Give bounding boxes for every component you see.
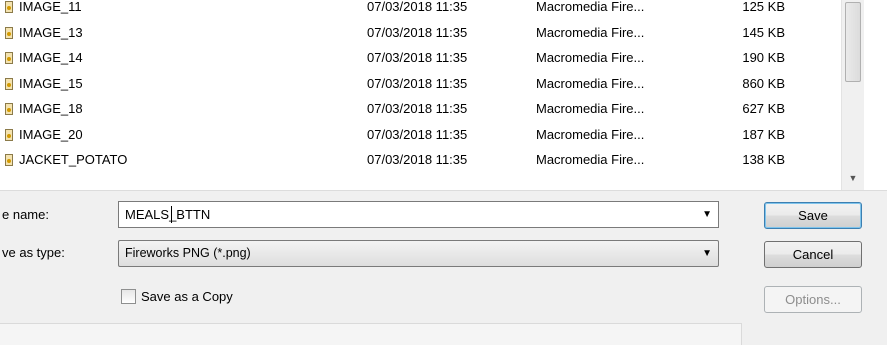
- file-row[interactable]: IMAGE_20 07/03/2018 11:35 Macromedia Fire.…: [0, 124, 840, 146]
- file-type-cell: Macromedia Fire...: [536, 75, 645, 91]
- fireworks-file-icon: [5, 1, 13, 13]
- options-button: Options...: [764, 286, 862, 313]
- file-row[interactable]: IMAGE_15 07/03/2018 11:35 Macromedia Fire.…: [0, 73, 840, 95]
- file-name-cell: IMAGE_13: [0, 22, 360, 44]
- file-name-input[interactable]: MEALS_BTTN ▼: [118, 201, 719, 228]
- file-row[interactable]: IMAGE_11 07/03/2018 11:35 Macromedia Fire.…: [0, 0, 840, 18]
- file-name-cell: IMAGE_20: [0, 124, 360, 146]
- file-row[interactable]: JACKET_POTATO 07/03/2018 11:35 Macromedia …: [0, 149, 840, 171]
- file-date-cell: 07/03/2018 11:35: [367, 101, 468, 116]
- file-size-cell: 190 KB: [742, 50, 785, 65]
- fireworks-file-icon: [5, 77, 13, 90]
- file-date-cell: 07/03/2018 11:35: [367, 75, 468, 91]
- save-as-type-label: ve as type:: [2, 245, 65, 260]
- file-name-cell: JACKET_POTATO: [0, 149, 360, 171]
- fireworks-file-icon: [5, 154, 13, 166]
- fireworks-file-icon: [5, 52, 13, 64]
- file-name-text: IMAGE_15: [19, 75, 83, 91]
- fireworks-file-icon: [5, 103, 13, 115]
- scrollbar-thumb[interactable]: [845, 2, 861, 82]
- file-type-cell: Macromedia Fire...: [536, 24, 645, 40]
- save-as-copy-checkbox[interactable]: [121, 289, 136, 304]
- save-as-copy-label[interactable]: Save as a Copy: [141, 289, 233, 304]
- file-type-cell: Macromedia Fire...: [536, 101, 645, 116]
- file-name-text: IMAGE_18: [19, 101, 83, 116]
- file-size-cell: 125 KB: [742, 0, 785, 14]
- save-button[interactable]: Save: [764, 202, 862, 229]
- file-type-cell: Macromedia Fire...: [536, 126, 645, 142]
- dropdown-arrow-icon[interactable]: ▼: [702, 248, 712, 259]
- fireworks-file-icon: [5, 128, 13, 141]
- scroll-down-arrow-icon[interactable]: ▼: [842, 168, 864, 188]
- file-type-cell: Macromedia Fire...: [536, 0, 645, 14]
- cancel-button[interactable]: Cancel: [764, 241, 862, 268]
- file-row[interactable]: IMAGE_13 07/03/2018 11:35 Macromedia Fire.…: [0, 22, 840, 44]
- file-name-text: IMAGE_13: [19, 24, 83, 40]
- text-caret: [171, 206, 172, 223]
- file-date-cell: 07/03/2018 11:35: [367, 126, 468, 142]
- file-name-text: IMAGE_20: [19, 126, 83, 142]
- file-name-value: MEALS_BTTN: [125, 207, 211, 222]
- file-date-cell: 07/03/2018 11:35: [367, 24, 468, 40]
- file-name-cell: IMAGE_11: [0, 0, 360, 18]
- file-type-cell: Macromedia Fire...: [536, 152, 645, 167]
- file-date-cell: 07/03/2018 11:35: [367, 0, 468, 14]
- save-as-type-value: Fireworks PNG (*.png): [125, 246, 251, 260]
- file-size-cell: 627 KB: [742, 101, 785, 116]
- file-size-cell: 138 KB: [742, 152, 785, 167]
- file-name-text: IMAGE_11: [19, 0, 82, 14]
- file-name-label: e name:: [2, 207, 49, 222]
- fireworks-file-icon: [5, 26, 13, 39]
- file-size-cell: 860 KB: [742, 75, 785, 91]
- file-name-text: JACKET_POTATO: [19, 152, 128, 167]
- file-size-cell: 145 KB: [742, 24, 785, 40]
- file-name-cell: IMAGE_15: [0, 73, 360, 95]
- file-date-cell: 07/03/2018 11:35: [367, 50, 468, 65]
- vertical-scrollbar[interactable]: ▼: [841, 0, 864, 190]
- save-as-type-select[interactable]: Fireworks PNG (*.png) ▼: [118, 240, 719, 267]
- file-row[interactable]: IMAGE_14 07/03/2018 11:35 Macromedia Fire.…: [0, 47, 840, 69]
- file-name-text: IMAGE_14: [19, 50, 83, 65]
- file-size-cell: 187 KB: [742, 126, 785, 142]
- file-row[interactable]: IMAGE_18 07/03/2018 11:35 Macromedia Fire.…: [0, 98, 840, 120]
- file-type-cell: Macromedia Fire...: [536, 50, 645, 65]
- bottom-panel: [0, 323, 742, 345]
- file-date-cell: 07/03/2018 11:35: [367, 152, 468, 167]
- dropdown-arrow-icon[interactable]: ▼: [702, 209, 712, 220]
- file-name-cell: IMAGE_14: [0, 47, 360, 69]
- file-name-cell: IMAGE_18: [0, 98, 360, 120]
- file-list-pane: IMAGE_11 07/03/2018 11:35 Macromedia Fire.…: [0, 0, 887, 191]
